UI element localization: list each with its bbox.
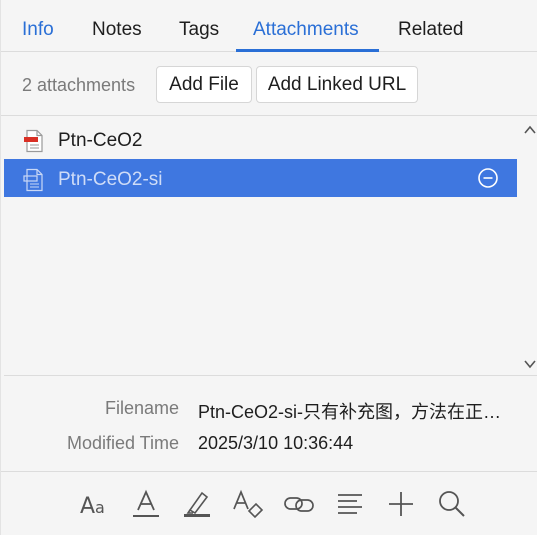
format-toolbar: A a — [1, 473, 537, 535]
svg-text:a: a — [95, 498, 105, 517]
pdf-file-icon — [24, 129, 43, 153]
filename-value[interactable]: Ptn-CeO2-si-只有补充图，方法在正… — [198, 398, 528, 424]
align-icon[interactable] — [333, 487, 367, 521]
add-file-button[interactable]: Add File — [156, 66, 252, 103]
font-size-icon[interactable]: A a — [79, 487, 113, 521]
modified-time-label: Modified Time — [66, 433, 179, 453]
search-icon[interactable] — [435, 487, 469, 521]
highlighter-icon[interactable] — [180, 487, 214, 521]
filename-label: Filename — [104, 398, 179, 418]
attachment-count: 2 attachments — [22, 75, 136, 95]
attachments-panel: Info Notes Tags Attachments Related 2 at… — [0, 0, 537, 535]
add-linked-url-button[interactable]: Add Linked URL — [256, 66, 418, 103]
tab-info[interactable]: Info — [22, 0, 54, 52]
tab-attachments[interactable]: Attachments — [253, 0, 359, 52]
text-color-icon[interactable] — [129, 487, 163, 521]
attachment-name: Ptn-CeO2-si — [58, 169, 163, 190]
scroll-down-icon[interactable] — [522, 357, 537, 371]
attachments-toolbar: 2 attachments Add File Add Linked URL — [1, 52, 537, 116]
document-file-icon — [23, 168, 43, 192]
tab-tags[interactable]: Tags — [179, 0, 219, 52]
svg-text:A: A — [80, 494, 95, 519]
list-item[interactable]: Ptn-CeO2 — [4, 120, 517, 158]
attachment-name: Ptn-CeO2 — [58, 130, 143, 151]
tab-related[interactable]: Related — [398, 0, 464, 52]
remove-attachment-icon[interactable] — [477, 167, 499, 189]
modified-time-value: 2025/3/10 10:36:44 — [198, 433, 354, 453]
scroll-up-icon[interactable] — [522, 123, 537, 137]
clear-format-icon[interactable] — [231, 487, 265, 521]
tab-bar: Info Notes Tags Attachments Related — [1, 0, 537, 52]
link-icon[interactable] — [282, 487, 316, 521]
list-scrollbar[interactable] — [520, 117, 537, 376]
attachment-list[interactable]: Ptn-CeO2 Ptn-CeO2-si — [4, 117, 537, 376]
plus-icon[interactable] — [384, 487, 418, 521]
tab-notes[interactable]: Notes — [92, 0, 142, 52]
list-item-selected[interactable]: Ptn-CeO2-si — [4, 159, 517, 197]
attachment-details: Filename Ptn-CeO2-si-只有补充图，方法在正… Modifie… — [1, 377, 537, 472]
